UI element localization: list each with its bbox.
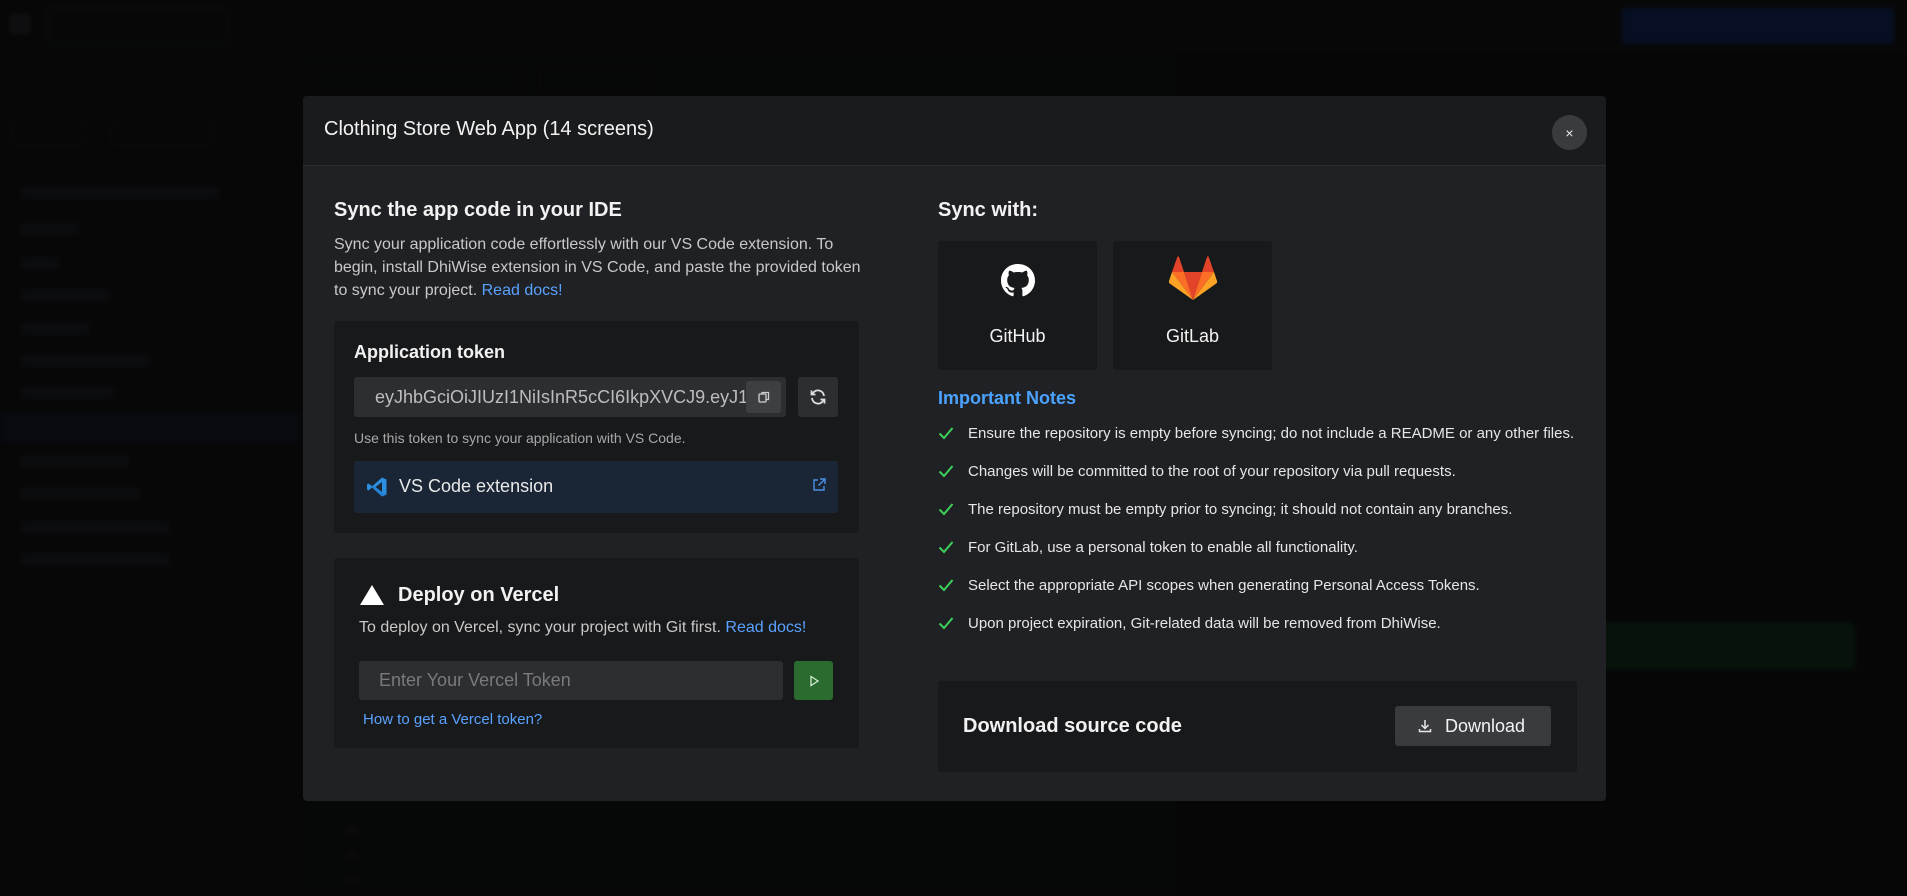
modal-header: Clothing Store Web App (14 screens) × (303, 96, 1606, 166)
refresh-token-button[interactable] (798, 377, 838, 417)
vercel-submit-button[interactable] (794, 661, 833, 700)
note-text: For GitLab, use a personal token to enab… (968, 539, 1358, 556)
note-text: The repository must be empty prior to sy… (968, 501, 1513, 518)
check-icon (938, 617, 954, 630)
check-icon (938, 465, 954, 478)
note-item: For GitLab, use a personal token to enab… (938, 535, 1578, 560)
download-source-card: Download source code Download (938, 681, 1577, 772)
download-icon (1418, 720, 1432, 733)
modal-title: Clothing Store Web App (14 screens) (324, 118, 654, 140)
github-icon (1001, 264, 1035, 297)
application-token-label: Application token (354, 342, 506, 362)
application-token-hint: Use this token to sync your application … (354, 430, 686, 446)
note-item: Ensure the repository is empty before sy… (938, 421, 1578, 446)
github-provider-button[interactable]: GitHub (938, 241, 1097, 370)
application-token-value: eyJhbGciOiJIUzI1NiIsInR5cCI6IkpXVCJ9.eyJ… (375, 387, 750, 407)
sync-ide-heading: Sync the app code in your IDE (334, 199, 622, 221)
vercel-card: Deploy on Vercel To deploy on Vercel, sy… (334, 558, 859, 748)
vercel-token-input[interactable] (359, 661, 783, 700)
sync-ide-description: Sync your application code effortlessly … (334, 233, 864, 302)
copy-token-button[interactable] (746, 381, 781, 413)
check-icon (938, 579, 954, 592)
read-docs-link[interactable]: Read docs! (482, 282, 563, 299)
vercel-description: To deploy on Vercel, sync your project w… (359, 619, 806, 637)
download-button-label: Download (1445, 716, 1526, 736)
refresh-icon (810, 389, 826, 405)
vscode-logo-icon (367, 477, 387, 497)
vercel-description-text: To deploy on Vercel, sync your project w… (359, 619, 721, 636)
download-button[interactable]: Download (1395, 706, 1551, 746)
application-token-card: Application token eyJhbGciOiJIUzI1NiIsIn… (334, 321, 859, 533)
note-item: Upon project expiration, Git-related dat… (938, 611, 1578, 636)
check-icon (938, 503, 954, 516)
copy-icon (757, 391, 769, 403)
download-source-heading: Download source code (963, 715, 1182, 737)
important-notes-heading: Important Notes (938, 388, 1077, 408)
important-notes-list: Ensure the repository is empty before sy… (938, 421, 1578, 649)
sync-modal: Clothing Store Web App (14 screens) × Sy… (303, 96, 1606, 801)
note-text: Ensure the repository is empty before sy… (968, 425, 1575, 442)
note-text: Select the appropriate API scopes when g… (968, 577, 1480, 594)
vercel-token-help-link[interactable]: How to get a Vercel token? (363, 711, 542, 728)
gitlab-icon (1168, 256, 1218, 300)
external-link-icon (813, 478, 826, 491)
vercel-read-docs-link[interactable]: Read docs! (725, 619, 806, 636)
github-label: GitHub (989, 326, 1046, 346)
note-text: Changes will be committed to the root of… (968, 463, 1456, 480)
vscode-extension-link[interactable]: VS Code extension (354, 461, 838, 513)
note-item: The repository must be empty prior to sy… (938, 497, 1578, 522)
note-item: Select the appropriate API scopes when g… (938, 573, 1578, 598)
vscode-extension-label: VS Code extension (399, 476, 554, 496)
vercel-heading: Deploy on Vercel (398, 584, 560, 606)
note-item: Changes will be committed to the root of… (938, 459, 1578, 484)
sync-ide-description-text: Sync your application code effortlessly … (334, 236, 861, 299)
gitlab-label: GitLab (1165, 326, 1220, 346)
note-text: Upon project expiration, Git-related dat… (968, 615, 1441, 632)
close-icon: × (1565, 124, 1574, 141)
play-icon (809, 674, 819, 687)
close-button[interactable]: × (1552, 115, 1587, 150)
application-token-field[interactable]: eyJhbGciOiJIUzI1NiIsInR5cCI6IkpXVCJ9.eyJ… (354, 377, 786, 417)
vercel-logo-icon (360, 585, 384, 605)
sync-with-heading: Sync with: (938, 199, 1039, 221)
gitlab-provider-button[interactable]: GitLab (1113, 241, 1272, 370)
check-icon (938, 541, 954, 554)
check-icon (938, 427, 954, 440)
